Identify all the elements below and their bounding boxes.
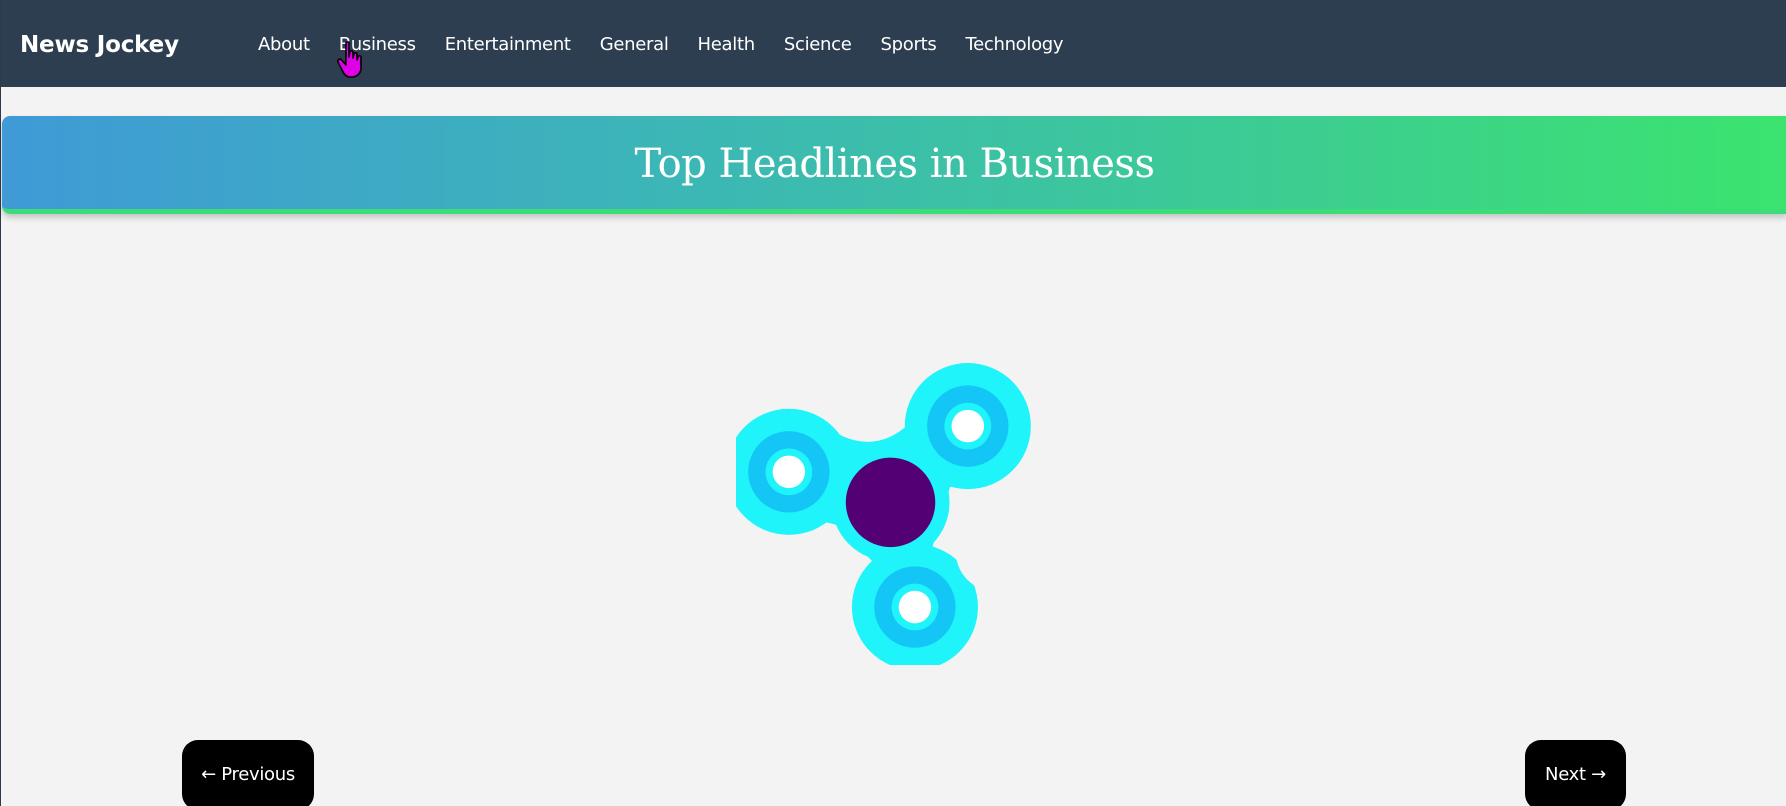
brand-logo[interactable]: News Jockey [20, 30, 179, 60]
nav-link-entertainment[interactable]: Entertainment [445, 33, 571, 57]
navbar: News Jockey About Business Entertainment… [1, 0, 1786, 87]
nav-link-about[interactable]: About [258, 33, 310, 57]
app-root: News Jockey About Business Entertainment… [0, 0, 1786, 806]
nav-link-sports[interactable]: Sports [881, 33, 937, 57]
nav-link-health[interactable]: Health [698, 33, 756, 57]
page-title: Top Headlines in Business [634, 141, 1155, 187]
headline-banner: Top Headlines in Business [2, 116, 1786, 214]
nav-link-general[interactable]: General [600, 33, 669, 57]
nav-link-science[interactable]: Science [784, 33, 852, 57]
nav-link-technology[interactable]: Technology [965, 33, 1063, 57]
previous-button[interactable]: ← Previous [182, 740, 314, 806]
next-button[interactable]: Next → [1525, 740, 1626, 806]
nav-links: About Business Entertainment General Hea… [258, 33, 1092, 57]
fidget-spinner-icon [736, 360, 1037, 665]
hand-cursor-icon [337, 41, 362, 78]
